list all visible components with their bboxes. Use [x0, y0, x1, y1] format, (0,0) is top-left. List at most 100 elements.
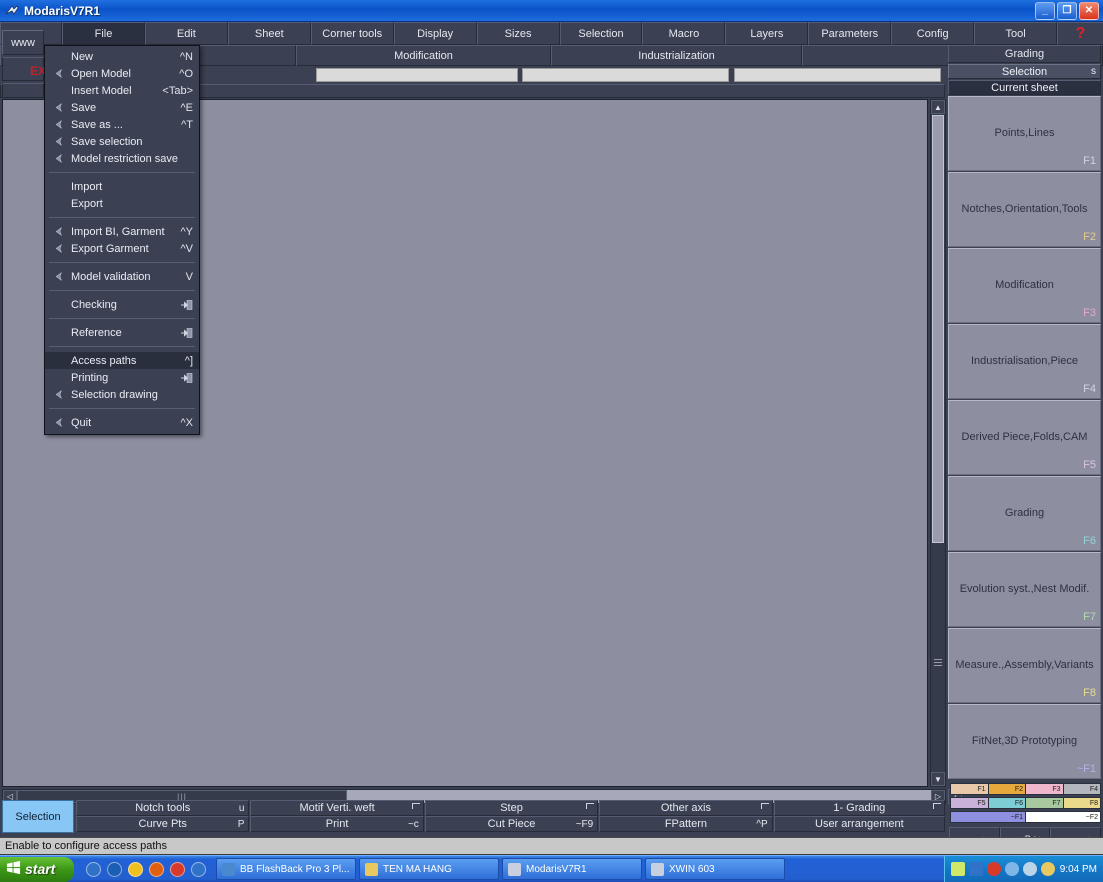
toolbar-cell-industrialization[interactable]: Industrialization [551, 45, 802, 66]
menu-sizes[interactable]: Sizes [476, 22, 560, 45]
menu-item-insert-model[interactable]: Insert Model <Tab> [45, 82, 199, 99]
selection-mode-button[interactable]: Selection [2, 800, 74, 833]
taskbar-button-bb-flashback-pro-3-pl[interactable]: BB FlashBack Pro 3 Pl... [216, 858, 356, 880]
toolbar-field-2[interactable] [522, 68, 729, 82]
menu-tool[interactable]: Tool [974, 22, 1058, 45]
panel-current-sheet-button[interactable]: Current sheet [948, 80, 1101, 95]
function-button-F7[interactable]: Evolution syst.,Nest Modif. F7 [948, 552, 1101, 627]
menu-item-new[interactable]: New ^N [45, 48, 199, 65]
vertical-scroll-track[interactable] [931, 114, 945, 772]
palette-swatch-F2[interactable]: ~F2 [1026, 812, 1100, 822]
restore-button[interactable]: ❐ [1057, 1, 1077, 20]
palette-swatch-F2[interactable]: F2 [988, 784, 1026, 794]
menu-bullet-icon [45, 414, 71, 431]
menu-item-import[interactable]: Import [45, 178, 199, 195]
menu-item-save-selection[interactable]: Save selection [45, 133, 199, 150]
command-button-1-grading[interactable]: 1- Grading [773, 800, 946, 816]
menu-sheet[interactable]: Sheet [227, 22, 311, 45]
settings-icon[interactable] [1022, 862, 1037, 876]
firefox-icon[interactable] [149, 861, 164, 877]
command-button-curve-pts[interactable]: Curve Pts P [76, 816, 250, 832]
command-button-user-arrangement[interactable]: User arrangement [773, 816, 946, 832]
command-button-motif-verti-weft[interactable]: Motif Verti. weft [250, 800, 424, 816]
menu-corner-tools[interactable]: Corner tools [310, 22, 394, 45]
toolbar-field-1[interactable] [316, 68, 518, 82]
internet-explorer-icon[interactable] [191, 861, 206, 877]
taskbar-button-modarisv7r1[interactable]: ModarisV7R1 [502, 858, 642, 880]
menu-layers[interactable]: Layers [725, 22, 809, 45]
menu-macro[interactable]: Macro [642, 22, 726, 45]
palette-swatch-F6[interactable]: F6 [988, 798, 1026, 808]
command-button-notch-tools[interactable]: Notch tools u [76, 800, 250, 816]
menu-item-save[interactable]: Save ^E [45, 99, 199, 116]
toolbar-field-3[interactable] [734, 68, 941, 82]
menu-item-checking[interactable]: Checking [45, 296, 199, 313]
palette-swatch-F4[interactable]: F4 [1063, 784, 1100, 794]
menu-parameters[interactable]: Parameters [808, 22, 892, 45]
command-button-print[interactable]: Print ~c [250, 816, 424, 832]
submenu-arrow-icon [181, 299, 193, 310]
menu-item-selection-drawing[interactable]: Selection drawing [45, 386, 199, 403]
palette-swatch-F5[interactable]: F5 [951, 798, 989, 808]
palette-swatch-F8[interactable]: F8 [1063, 798, 1100, 808]
toolbar-cell-modification[interactable]: Modification [296, 45, 551, 66]
menu-item-open-model[interactable]: Open Model ^O [45, 65, 199, 82]
vertical-scrollbar[interactable]: ▲ ▼ [930, 99, 946, 787]
menu-item-model-validation[interactable]: Model validation V [45, 268, 199, 285]
menu-separator [49, 217, 195, 218]
command-button-cut-piece[interactable]: Cut Piece ~F9 [424, 816, 599, 832]
start-button[interactable]: start [0, 856, 74, 882]
panel-selection-button[interactable]: Selection s [948, 64, 1101, 79]
menu-item-export-garment[interactable]: Export Garment ^V [45, 240, 199, 257]
menu-item-label: Quit [71, 416, 92, 429]
menu-item-model-restriction-save[interactable]: Model restriction save [45, 150, 199, 167]
function-button-F1[interactable]: Points,Lines F1 [948, 96, 1101, 171]
close-button[interactable]: ✕ [1079, 1, 1099, 20]
function-button-F6[interactable]: Grading F6 [948, 476, 1101, 551]
taskbar-button-xwin-603[interactable]: XWIN 603 [645, 858, 785, 880]
vertical-scroll-thumb[interactable] [932, 115, 944, 543]
menu-edit[interactable]: Edit [144, 22, 228, 45]
palette-swatch-F3[interactable]: F3 [1026, 784, 1064, 794]
help-icon[interactable]: ? [1057, 22, 1103, 45]
menu-selection[interactable]: Selection [559, 22, 643, 45]
menu-item-reference[interactable]: Reference [45, 324, 199, 341]
taskbar-button-ten-ma-hang[interactable]: TEN MA HANG [359, 858, 499, 880]
menu-item-save-as[interactable]: Save as ... ^T [45, 116, 199, 133]
scroll-up-icon[interactable]: ▲ [931, 100, 945, 114]
palette-swatch-F7[interactable]: F7 [1026, 798, 1064, 808]
function-button-F1[interactable]: FitNet,3D Prototyping ~F1 [948, 704, 1101, 779]
outlook-icon[interactable] [968, 862, 983, 876]
window-titlebar: ModarisV7R1 _ ❐ ✕ [0, 0, 1103, 22]
palette-swatch-F1[interactable]: ~F1 [951, 812, 1026, 822]
command-button-fpattern[interactable]: FPattern ^P [599, 816, 773, 832]
menu-item-access-paths[interactable]: Access paths ^] [45, 352, 199, 369]
function-button-F3[interactable]: Modification F3 [948, 248, 1101, 323]
ie-icon[interactable] [86, 861, 101, 877]
menu-item-export[interactable]: Export [45, 195, 199, 212]
network-icon[interactable] [1004, 862, 1019, 876]
menu-item-import-bi-garment[interactable]: Import BI, Garment ^Y [45, 223, 199, 240]
scroll-down-icon[interactable]: ▼ [931, 772, 945, 786]
palette-swatch-F1[interactable]: F1 [951, 784, 989, 794]
notepad-icon[interactable] [950, 862, 965, 876]
chrome-icon[interactable] [170, 861, 185, 877]
www-button[interactable]: www [2, 30, 44, 55]
clock-icon[interactable] [1040, 862, 1055, 876]
function-button-F4[interactable]: Industrialisation,Piece F4 [948, 324, 1101, 399]
menu-item-quit[interactable]: Quit ^X [45, 414, 199, 431]
menu-display[interactable]: Display [393, 22, 477, 45]
function-button-F5[interactable]: Derived Piece,Folds,CAM F5 [948, 400, 1101, 475]
media-player-icon[interactable] [107, 861, 122, 877]
menu-item-printing[interactable]: Printing [45, 369, 199, 386]
menu-file[interactable]: File [62, 22, 145, 45]
antivirus-icon[interactable] [986, 862, 1001, 876]
menu-config[interactable]: Config [891, 22, 975, 45]
function-button-F8[interactable]: Measure.,Assembly,Variants F8 [948, 628, 1101, 703]
command-button-other-axis[interactable]: Other axis [599, 800, 773, 816]
smiley-icon[interactable] [128, 861, 143, 877]
function-button-F2[interactable]: Notches,Orientation,Tools F2 [948, 172, 1101, 247]
minimize-button[interactable]: _ [1035, 1, 1055, 20]
left-slot-2[interactable] [2, 83, 44, 98]
command-button-step[interactable]: Step [424, 800, 599, 816]
